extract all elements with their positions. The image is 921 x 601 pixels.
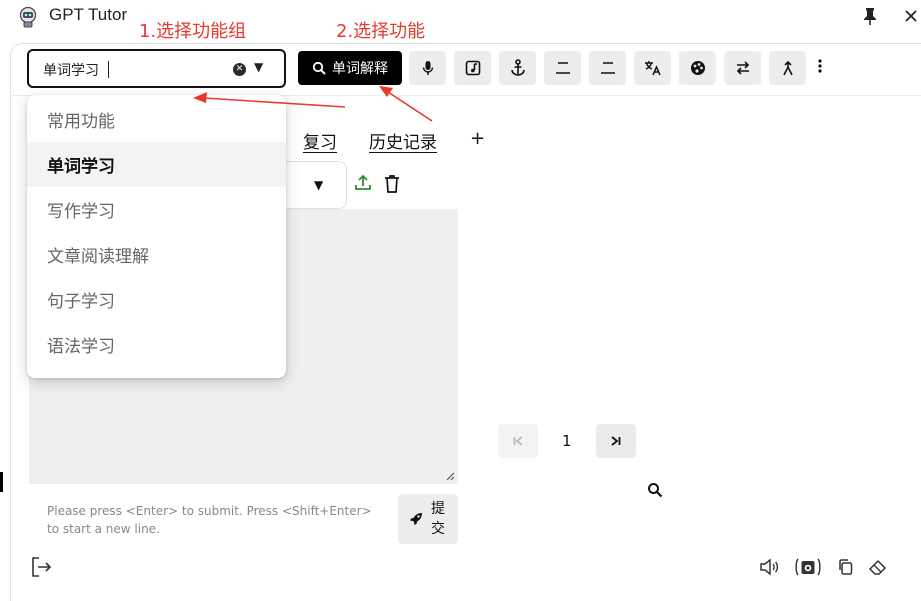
word-explain-label: 单词解释 (332, 61, 388, 77)
menu-item-sentence-study[interactable]: 句子学习 (27, 277, 286, 322)
anchor-button[interactable] (499, 51, 536, 85)
last-page-icon (611, 436, 621, 446)
copy-icon[interactable] (837, 558, 853, 576)
add-tab-button[interactable]: + (470, 128, 485, 149)
voice-input-button[interactable] (409, 51, 446, 85)
translate-icon (644, 61, 661, 76)
heading-icon (555, 62, 570, 74)
swap-button[interactable] (724, 51, 761, 85)
search-icon (312, 61, 326, 75)
upload-icon[interactable] (354, 173, 372, 191)
translate-button[interactable] (634, 51, 671, 85)
first-page-button[interactable] (498, 424, 538, 458)
text-cursor (108, 61, 109, 78)
eraser-icon[interactable] (868, 558, 888, 576)
robot-logo-icon (19, 6, 37, 28)
pin-icon[interactable] (863, 7, 877, 25)
logout-icon[interactable] (30, 556, 52, 578)
chevron-down-icon[interactable]: ▼ (314, 178, 323, 192)
annotation-step1: 1.选择功能组 (139, 21, 247, 42)
mic-icon (422, 61, 433, 75)
search-icon[interactable] (647, 482, 663, 498)
palette-button[interactable] (679, 51, 716, 85)
swap-icon (736, 61, 749, 75)
trash-icon[interactable] (384, 174, 400, 193)
last-page-button[interactable] (596, 424, 636, 458)
heading-button-2[interactable] (589, 51, 626, 85)
camera-icon[interactable] (794, 558, 822, 576)
menu-item-writing-study[interactable]: 写作学习 (27, 187, 286, 232)
merge-icon (782, 60, 793, 76)
merge-button[interactable] (769, 51, 806, 85)
menu-item-word-study[interactable]: 单词学习 (27, 142, 286, 187)
clear-icon[interactable]: ✕ (233, 63, 246, 76)
input-hint: Please press <Enter> to submit. Press <S… (47, 504, 372, 536)
music-note-icon (465, 60, 480, 76)
tab-review[interactable]: 复习 (303, 128, 337, 153)
menu-item-reading[interactable]: 文章阅读理解 (27, 232, 286, 277)
heading-button-1[interactable] (544, 51, 581, 85)
menu-item-common[interactable]: 常用功能 (27, 97, 286, 142)
current-page[interactable]: 1 (562, 432, 572, 450)
function-group-value: 单词学习 (43, 63, 99, 79)
annotation-step2: 2.选择功能 (336, 21, 426, 42)
edge-marker (0, 472, 3, 492)
function-group-menu: 常用功能 单词学习 写作学习 文章阅读理解 句子学习 语法学习 (27, 95, 286, 378)
app-title: GPT Tutor (49, 5, 128, 24)
resize-grip-icon[interactable] (444, 470, 455, 481)
tab-history[interactable]: 历史记录 (369, 128, 437, 153)
function-group-select[interactable]: 单词学习 ✕ ▼ (27, 49, 286, 88)
heading-icon (600, 62, 615, 74)
palette-icon (690, 61, 705, 75)
chevron-down-icon[interactable]: ▼ (254, 60, 263, 74)
anchor-icon (510, 59, 525, 76)
first-page-icon (513, 436, 523, 446)
more-vertical-icon[interactable] (818, 59, 822, 73)
submit-button[interactable]: 提交 (398, 494, 458, 544)
menu-item-grammar-study[interactable]: 语法学习 (27, 322, 286, 367)
music-button[interactable] (454, 51, 491, 85)
rocket-icon (410, 513, 422, 525)
speaker-icon[interactable] (759, 558, 779, 576)
submit-label: 提交 (431, 501, 445, 537)
word-explain-button[interactable]: 单词解释 (298, 51, 402, 85)
close-icon[interactable] (904, 9, 918, 23)
